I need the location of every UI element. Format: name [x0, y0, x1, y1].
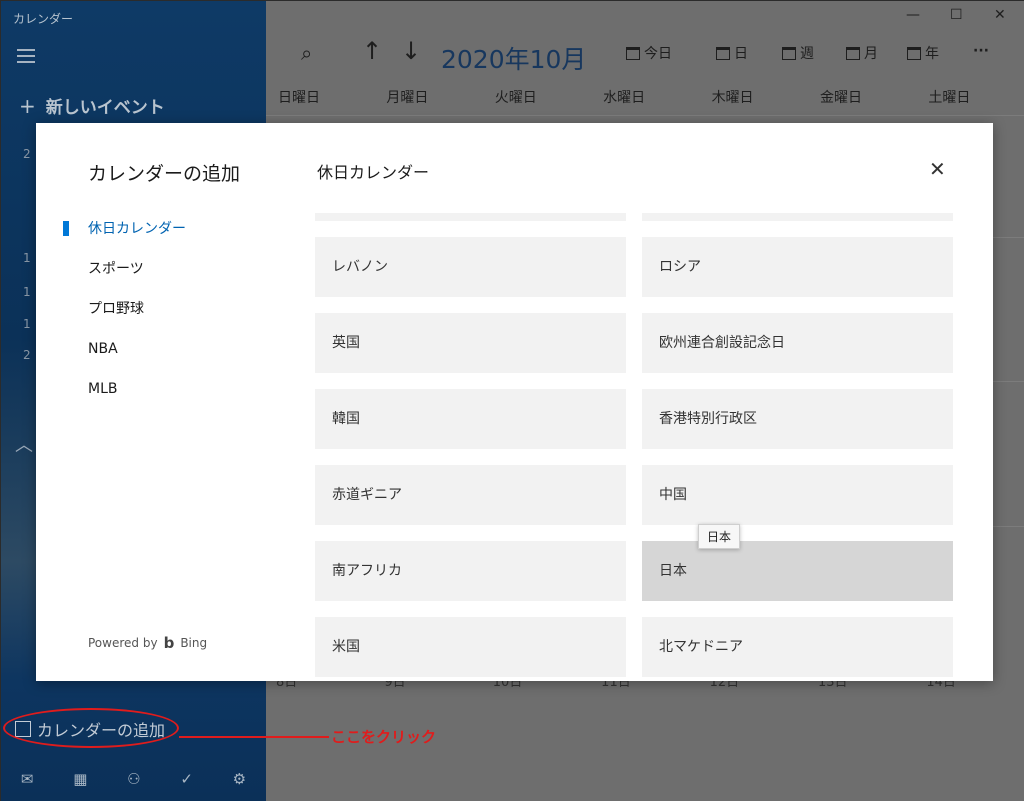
maximize-icon[interactable]: ☐: [950, 7, 963, 23]
calendar-app-window: カレンダー + 新しいイベント 2 1 1 1 2 ︿ カレンダーの追加 ✉ ▦ …: [0, 0, 1024, 801]
day-view-button[interactable]: 日: [716, 43, 748, 63]
today-icon: [626, 46, 640, 60]
mini-cal-fragment: 1: [23, 285, 31, 299]
mini-cal-fragment: 1: [23, 251, 31, 265]
minimize-icon[interactable]: —: [906, 7, 920, 23]
holiday-tile[interactable]: 北マケドニア: [642, 617, 953, 677]
calendar-icon[interactable]: ▦: [73, 770, 87, 788]
mini-cal-fragment: 1: [23, 317, 31, 331]
weekday-label: 火曜日: [494, 90, 537, 106]
holiday-tile[interactable]: 英国: [315, 313, 626, 373]
annotation-line: [179, 736, 329, 738]
dialog-title: カレンダーの追加: [88, 163, 241, 185]
holiday-tile[interactable]: 赤道ギニア: [315, 465, 626, 525]
holiday-tile[interactable]: 米国: [315, 617, 626, 677]
holiday-tile[interactable]: 韓国: [315, 389, 626, 449]
year-icon: [907, 46, 921, 60]
powered-by-label: Powered by: [88, 636, 158, 650]
weekday-label: 金曜日: [819, 90, 862, 106]
holiday-tile[interactable]: 中国: [642, 465, 953, 525]
pane-title: 休日カレンダー: [317, 163, 430, 182]
weekday-header: 日曜日 月曜日 火曜日 水曜日 木曜日 金曜日 土曜日: [266, 87, 1024, 107]
holiday-tile[interactable]: 南アフリカ: [315, 541, 626, 601]
window-title: カレンダー: [13, 12, 74, 26]
holiday-tile[interactable]: 香港特別行政区: [642, 389, 953, 449]
add-calendar-dialog: カレンダーの追加 休日カレンダー スポーツ プロ野球 NBA MLB Power…: [36, 123, 993, 681]
month-view-button[interactable]: 月: [846, 43, 878, 63]
arrow-down-icon[interactable]: ↓: [401, 37, 421, 65]
weekday-label: 水曜日: [603, 90, 646, 106]
nav-item-holiday[interactable]: 休日カレンダー: [63, 219, 186, 259]
bing-label: Bing: [180, 636, 208, 650]
nav-item-sports[interactable]: スポーツ: [88, 259, 186, 299]
powered-by-bing: Powered by b Bing: [88, 634, 207, 652]
arrow-up-icon[interactable]: ↑: [362, 37, 382, 65]
toolbar: ⌕ ↑ ↓ 2020年10月 今日 日 週 月 年 ···: [266, 33, 1024, 81]
today-label: 今日: [644, 46, 672, 62]
plus-icon: +: [19, 94, 36, 118]
hamburger-icon[interactable]: [17, 49, 35, 67]
mail-icon[interactable]: ✉: [21, 770, 34, 788]
holiday-calendar-grid[interactable]: レバノン ロシア 英国 欧州連合創設記念日 韓国 香港特別行政区 赤道ギニア 中…: [315, 213, 955, 681]
week-icon: [782, 46, 796, 60]
close-window-icon[interactable]: ✕: [994, 7, 1006, 23]
more-button[interactable]: ···: [973, 43, 989, 59]
holiday-tile[interactable]: [315, 213, 626, 221]
mini-cal-fragment: 2: [23, 147, 31, 161]
annotation-ellipse: [3, 708, 179, 748]
year-label: 年: [925, 46, 939, 62]
annotation-text: ここをクリック: [331, 728, 437, 746]
nav-item-mlb[interactable]: MLB: [88, 379, 186, 419]
bottom-app-bar: ✉ ▦ ⚇ ✓ ⚙: [1, 756, 266, 801]
holiday-tile[interactable]: 欧州連合創設記念日: [642, 313, 953, 373]
week-view-button[interactable]: 週: [782, 43, 814, 63]
holiday-tile[interactable]: レバノン: [315, 237, 626, 297]
weekday-label: 土曜日: [928, 90, 971, 106]
chevron-up-icon[interactable]: ︿: [15, 431, 33, 457]
nav-item-baseball[interactable]: プロ野球: [88, 299, 186, 339]
search-icon[interactable]: ⌕: [301, 41, 312, 65]
month-title: 2020年10月: [441, 45, 587, 74]
holiday-tile-japan-hovered[interactable]: 日本: [642, 541, 953, 601]
grid-line: [266, 115, 1024, 116]
holiday-tile[interactable]: ロシア: [642, 237, 953, 297]
todo-icon[interactable]: ✓: [180, 770, 193, 788]
mini-cal-fragment: 2: [23, 348, 31, 362]
new-event-button[interactable]: + 新しいイベント: [19, 93, 165, 118]
weekday-label: 日曜日: [278, 90, 320, 106]
day-icon: [716, 46, 730, 60]
settings-icon[interactable]: ⚙: [233, 770, 246, 788]
day-label: 日: [734, 46, 748, 62]
close-icon[interactable]: ✕: [929, 157, 946, 181]
year-view-button[interactable]: 年: [907, 43, 939, 63]
nav-item-nba[interactable]: NBA: [88, 339, 186, 379]
weekday-label: 木曜日: [711, 90, 754, 106]
bing-logo-icon: b: [163, 634, 175, 652]
month-view-label: 月: [864, 46, 878, 62]
people-icon[interactable]: ⚇: [127, 770, 140, 788]
week-label: 週: [800, 46, 814, 62]
holiday-tile[interactable]: [642, 213, 953, 221]
weekday-label: 月曜日: [386, 90, 429, 106]
tooltip: 日本: [698, 524, 741, 549]
calendar-category-nav: 休日カレンダー スポーツ プロ野球 NBA MLB: [63, 219, 186, 419]
today-button[interactable]: 今日: [626, 43, 672, 63]
month-icon: [846, 46, 860, 60]
new-event-label: 新しいイベント: [45, 98, 165, 118]
